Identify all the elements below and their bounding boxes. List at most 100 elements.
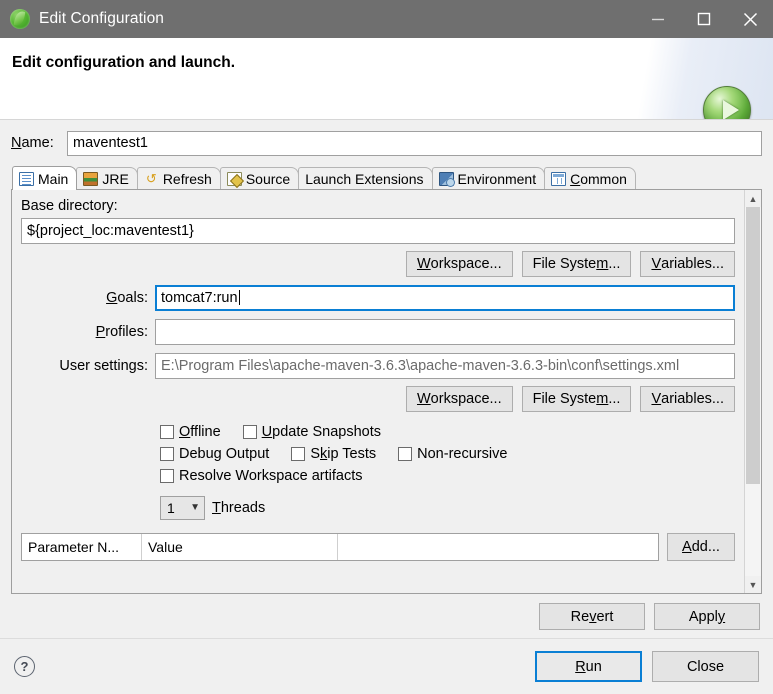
checkbox-box[interactable] xyxy=(291,447,306,461)
scrollbar-track[interactable] xyxy=(745,207,761,576)
dialog-header: Edit configuration and launch. xyxy=(0,38,773,120)
threads-value: 1 xyxy=(167,500,175,516)
variables-button[interactable]: Variables... xyxy=(640,251,735,277)
checkbox-box[interactable] xyxy=(160,425,174,439)
checkbox-box[interactable] xyxy=(160,469,174,483)
chevron-down-icon: ▼ xyxy=(190,502,200,513)
profiles-row: Profiles: xyxy=(21,319,735,345)
window-title: Edit Configuration xyxy=(39,10,165,27)
dialog-footer: ? Run Close xyxy=(0,638,773,694)
tab-refresh[interactable]: ↺ Refresh xyxy=(136,167,221,190)
apply-revert-row: Re v ert Appl y xyxy=(11,594,762,630)
chevron-up-icon[interactable]: ▲ xyxy=(745,190,761,207)
tab-launch-extensions[interactable]: Launch Extensions xyxy=(298,167,433,190)
user-settings-label: User settings: xyxy=(59,358,148,374)
tab-bar: Main JRE ↺ Refresh Source Launch Extensi… xyxy=(11,166,762,190)
checkbox-box[interactable] xyxy=(160,447,174,461)
title-bar: Edit Configuration xyxy=(0,0,773,38)
checkbox-debug-output[interactable]: Debug Output xyxy=(160,446,269,462)
minimize-icon[interactable] xyxy=(635,0,681,38)
user-settings-input[interactable]: E:\Program Files\apache-maven-3.6.3\apac… xyxy=(155,353,735,379)
revert-button[interactable]: Re v ert xyxy=(539,603,645,630)
checkbox-offline-label: Offline xyxy=(179,424,221,440)
source-pencil-icon xyxy=(226,172,242,186)
tab-launch-extensions-label: Launch Extensions xyxy=(305,171,424,187)
checkbox-row-2: Debug Output Skip Tests Non-recursive xyxy=(160,446,735,462)
checkbox-row-1: Offline Update Snapshots xyxy=(160,424,735,440)
threads-label: Threads xyxy=(212,500,266,516)
checkbox-non-recursive[interactable]: Non-recursive xyxy=(398,446,507,462)
column-header-parameter-name[interactable]: Parameter N... xyxy=(22,534,142,560)
name-label: Name: xyxy=(11,135,67,151)
tab-common[interactable]: Common xyxy=(544,167,636,190)
text-caret xyxy=(238,290,240,305)
checkbox-resolve-workspace-artifacts[interactable]: Resolve Workspace artifacts xyxy=(160,468,362,484)
main-tab-content: Base directory: ${project_loc:maventest1… xyxy=(12,190,744,593)
tab-common-label: Common xyxy=(570,171,627,187)
dialog-body: Name: maventest1 Main JRE ↺ Refresh Sour… xyxy=(0,120,773,630)
file-system-button-2[interactable]: File Syste m... xyxy=(521,386,632,412)
window-controls xyxy=(635,0,773,38)
edit-configuration-dialog: Edit Configuration Edit configuration an… xyxy=(0,0,773,694)
profiles-label: Profiles: xyxy=(95,324,148,340)
threads-dropdown[interactable]: 1 ▼ xyxy=(160,496,205,520)
name-label-text: ame: xyxy=(21,135,54,151)
checkbox-row-3: Resolve Workspace artifacts xyxy=(160,468,735,484)
tab-environment[interactable]: Environment xyxy=(431,167,546,190)
scrollbar-thumb[interactable] xyxy=(746,207,760,484)
common-table-icon xyxy=(551,172,567,186)
close-button[interactable]: Close xyxy=(652,651,759,682)
panel-scrollbar[interactable]: ▲ ▼ xyxy=(744,190,761,593)
main-document-icon xyxy=(19,171,34,186)
threads-row: 1 ▼ Threads xyxy=(21,496,735,520)
chevron-down-icon[interactable]: ▼ xyxy=(745,576,761,593)
file-system-button[interactable]: File Syste m... xyxy=(521,251,632,277)
parameter-table-row: Parameter N... Value Add... xyxy=(21,533,735,561)
checkbox-debug-output-label: Debug Output xyxy=(179,446,270,462)
tab-main-label: Main xyxy=(38,170,69,187)
base-directory-buttons: Workspace... File Syste m... Variables... xyxy=(21,251,735,277)
configuration-name-input[interactable]: maventest1 xyxy=(67,130,762,156)
column-header-blank[interactable] xyxy=(338,534,658,560)
tab-environment-label: Environment xyxy=(457,171,537,187)
column-header-value[interactable]: Value xyxy=(142,534,338,560)
checkbox-offline[interactable]: Offline xyxy=(160,424,221,440)
maximize-icon[interactable] xyxy=(681,0,727,38)
apply-button[interactable]: Appl y xyxy=(654,603,760,630)
workspace-button[interactable]: Workspace... xyxy=(405,251,513,277)
checkbox-box[interactable] xyxy=(242,425,257,439)
refresh-arrows-icon: ↺ xyxy=(145,171,157,186)
tab-source[interactable]: Source xyxy=(219,167,300,190)
name-row: Name: maventest1 xyxy=(11,130,762,156)
workspace-button-2[interactable]: Workspace... xyxy=(405,386,513,412)
base-directory-input[interactable]: ${project_loc:maventest1} xyxy=(21,218,735,244)
variables-button-2[interactable]: Variables... xyxy=(640,386,735,412)
name-label-mnemonic: N xyxy=(11,135,22,151)
user-settings-buttons: Workspace... File Syste m... Variables... xyxy=(21,386,735,412)
help-question-icon[interactable]: ? xyxy=(14,656,35,677)
tab-main[interactable]: Main xyxy=(12,166,78,190)
checkbox-box[interactable] xyxy=(398,447,413,461)
checkbox-resolve-workspace-artifacts-label: Resolve Workspace artifacts xyxy=(179,468,363,484)
main-tab-panel: Base directory: ${project_loc:maventest1… xyxy=(11,189,762,594)
tab-refresh-label: Refresh xyxy=(162,171,212,187)
checkbox-update-snapshots-label: Update Snapshots xyxy=(261,424,381,440)
goals-row: Goals: tomcat7:run xyxy=(21,285,735,311)
tab-jre-label: JRE xyxy=(102,171,129,187)
page-title: Edit configuration and launch. xyxy=(12,54,236,71)
goals-value: tomcat7:run xyxy=(161,290,238,306)
checkbox-update-snapshots[interactable]: Update Snapshots xyxy=(242,424,381,440)
checkbox-skip-tests-label: Skip Tests xyxy=(310,446,377,462)
maven-leaf-icon xyxy=(9,8,31,30)
checkbox-non-recursive-label: Non-recursive xyxy=(417,446,508,462)
profiles-input[interactable] xyxy=(155,319,735,345)
close-icon[interactable] xyxy=(727,0,773,38)
add-parameter-button[interactable]: Add... xyxy=(667,533,735,561)
run-button[interactable]: Run xyxy=(535,651,642,682)
checkbox-skip-tests[interactable]: Skip Tests xyxy=(291,446,376,462)
tab-jre[interactable]: JRE xyxy=(76,167,138,190)
goals-label: Goals: xyxy=(106,290,148,306)
parameter-table[interactable]: Parameter N... Value xyxy=(21,533,659,561)
goals-input[interactable]: tomcat7:run xyxy=(155,285,735,311)
jre-books-icon xyxy=(83,172,99,186)
